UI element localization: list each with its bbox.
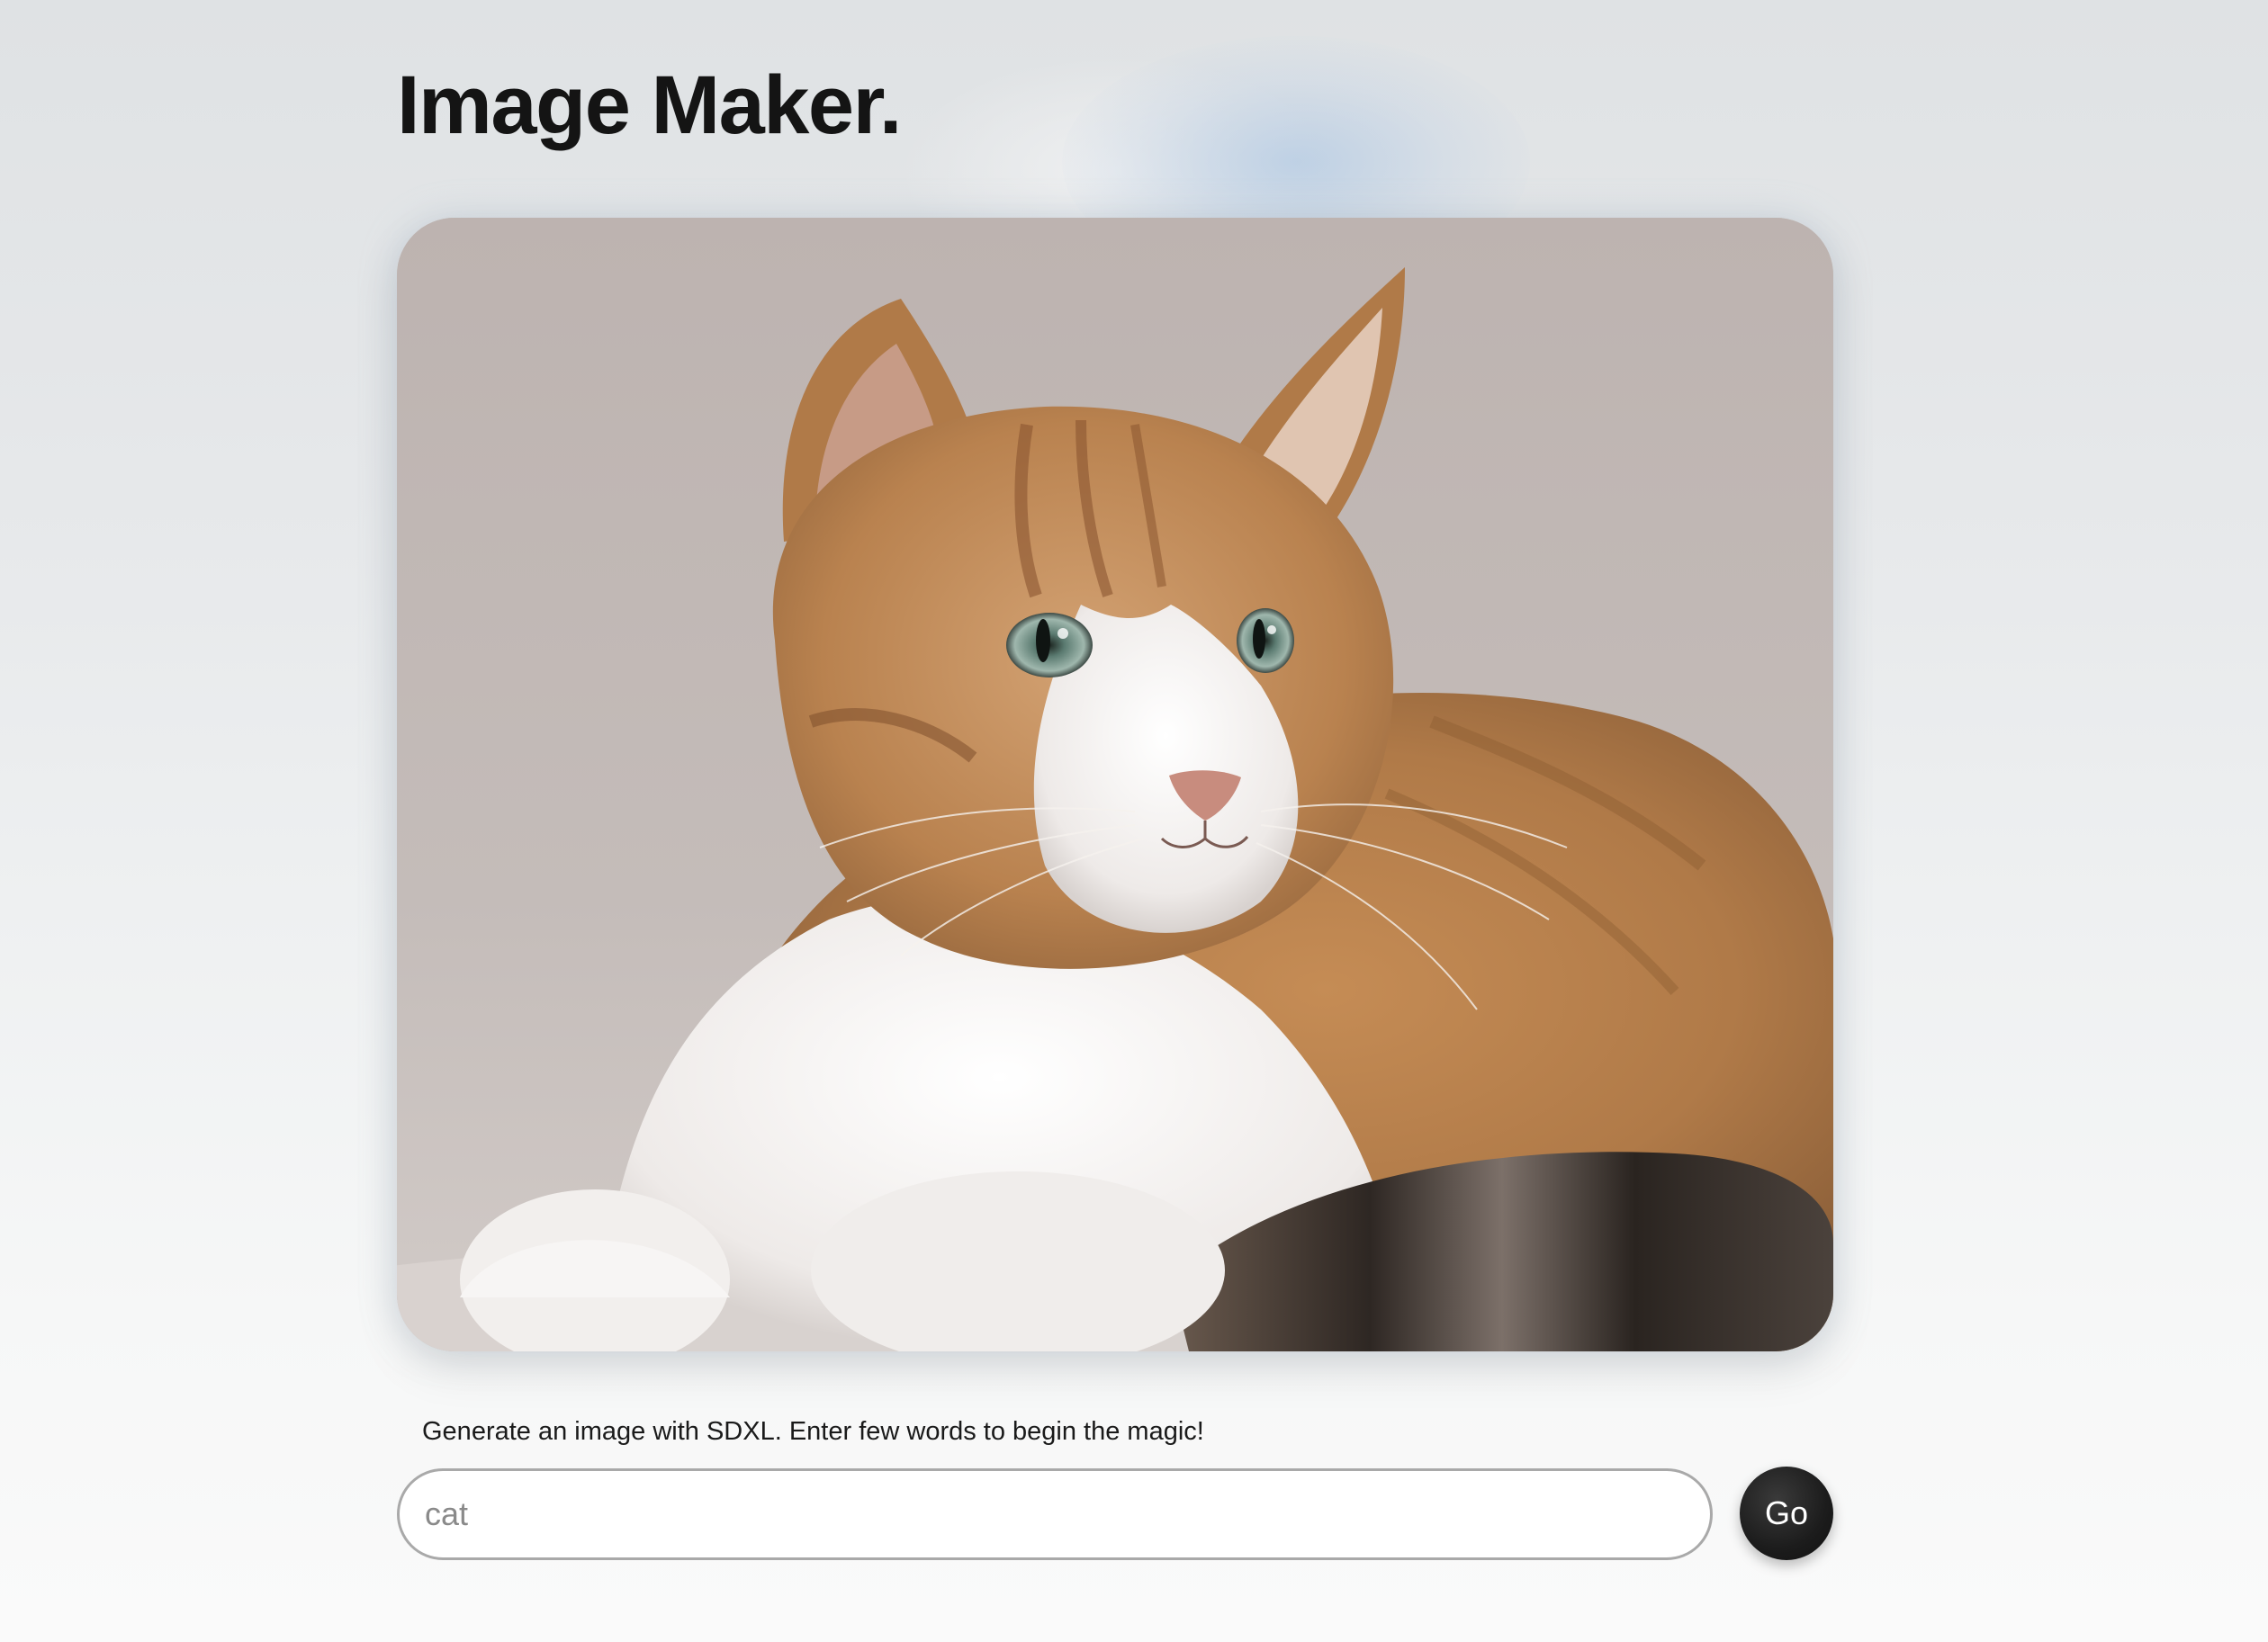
prompt-helper-text: Generate an image with SDXL. Enter few w…	[422, 1417, 1204, 1446]
cat-illustration	[397, 218, 1833, 1351]
go-button[interactable]: Go	[1740, 1467, 1833, 1560]
prompt-input[interactable]	[397, 1468, 1713, 1560]
page-title: Image Maker.	[397, 59, 902, 151]
generated-image	[397, 218, 1833, 1351]
